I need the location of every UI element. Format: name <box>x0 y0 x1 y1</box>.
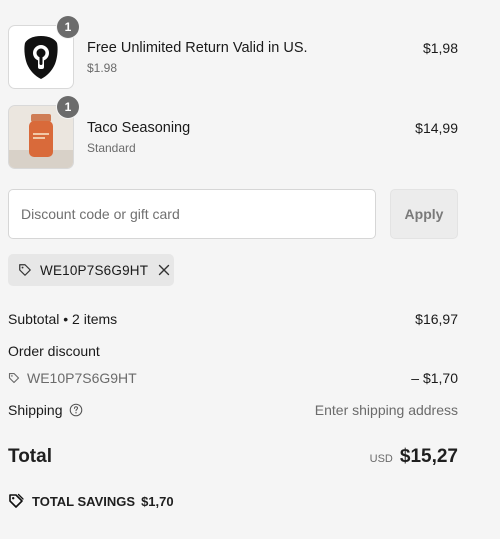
order-discount-row: Order discount <box>8 343 458 359</box>
order-summary: 1 Free Unlimited Return Valid in US. $1.… <box>0 0 500 539</box>
total-label: Total <box>8 446 52 467</box>
help-icon[interactable] <box>69 403 83 417</box>
total-amount: $15,27 <box>399 446 458 467</box>
total-value-group: USD $15,27 <box>370 446 458 468</box>
order-discount-code-group: WE10P7S6G9HT <box>8 370 137 386</box>
item-title: Free Unlimited Return Valid in US. <box>87 40 308 56</box>
shipping-label: Shipping <box>8 402 63 418</box>
line-item: 1 Free Unlimited Return Valid in US. $1.… <box>8 16 458 91</box>
total-currency: USD <box>369 453 393 465</box>
shipping-value: Enter shipping address <box>314 402 458 418</box>
item-subtitle: $1.98 <box>87 61 118 75</box>
item-price: $14,99 <box>415 120 458 136</box>
order-discount-value: – $1,70 <box>411 370 458 386</box>
discount-code-input[interactable] <box>8 189 376 239</box>
order-discount-detail-row: WE10P7S6G9HT – $1,70 <box>8 370 458 387</box>
item-price: $1,98 <box>422 40 458 56</box>
remove-discount-button[interactable] <box>158 264 170 276</box>
tag-icon <box>8 372 20 384</box>
item-title: Taco Seasoning <box>87 120 191 136</box>
subtotal-row: Subtotal • 2 items $16,97 <box>8 311 458 327</box>
tag-icon <box>9 493 24 508</box>
subtotal-value: $16,97 <box>415 311 458 327</box>
line-item: 1 Taco Seasoning Standard $14,99 <box>8 96 458 171</box>
applied-discount-code: WE10P7S6G9HT <box>40 262 149 278</box>
total-savings-label: TOTAL SAVINGS <box>32 493 136 509</box>
item-subtitle: Standard <box>87 141 136 155</box>
quantity-badge: 1 <box>57 96 79 118</box>
total-savings-amount: $1,70 <box>141 493 174 509</box>
order-discount-code: WE10P7S6G9HT <box>27 370 137 386</box>
quantity-badge: 1 <box>57 16 79 38</box>
shipping-row: Shipping Enter shipping address <box>8 402 458 418</box>
order-discount-label: Order discount <box>8 343 100 359</box>
subtotal-label: Subtotal • 2 items <box>8 311 118 327</box>
apply-discount-button[interactable]: Apply <box>390 189 458 239</box>
total-savings-row: TOTAL SAVINGS $1,70 <box>8 493 174 509</box>
shipping-label-group: Shipping <box>8 402 83 418</box>
applied-discount-chip: WE10P7S6G9HT <box>8 254 174 286</box>
close-icon <box>159 264 170 276</box>
tag-icon <box>19 264 31 276</box>
